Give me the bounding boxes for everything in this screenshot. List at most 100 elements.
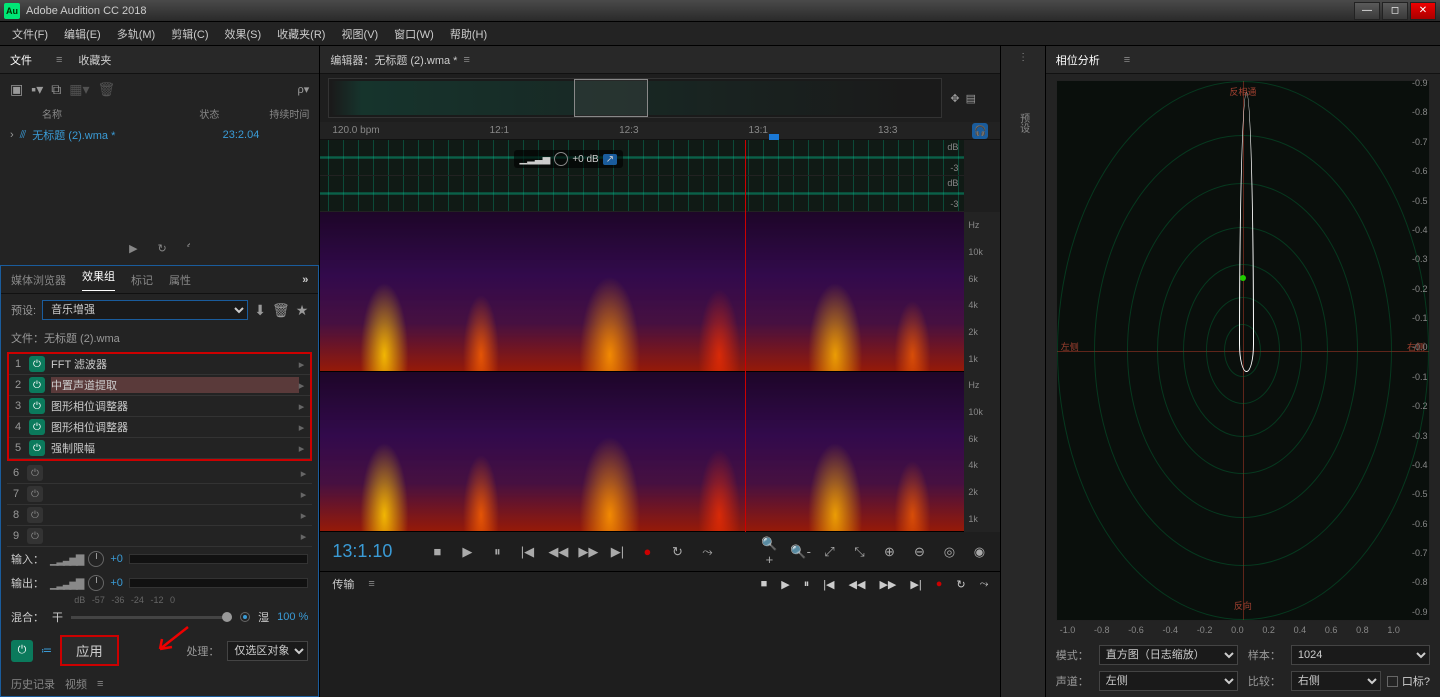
chevron-right-icon[interactable]: ▸: [301, 530, 307, 543]
effect-slot[interactable]: 3⏻图形相位调整器▸: [9, 396, 310, 417]
pause-button[interactable]: ⏸: [804, 578, 810, 591]
panel-menu-icon[interactable]: ≡: [56, 54, 62, 66]
chevron-right-icon[interactable]: ▸: [301, 509, 307, 522]
zoom-b-icon[interactable]: ◉: [970, 544, 988, 560]
skip-start-button[interactable]: |◀: [518, 544, 536, 560]
close-button[interactable]: ✕: [1410, 2, 1436, 20]
time-ruler[interactable]: 120.0 bpm 12:1 12:3 13:1 13:3 🎧: [320, 122, 1000, 140]
spectrogram-left[interactable]: [320, 212, 964, 372]
compare-select[interactable]: 右侧: [1291, 671, 1381, 691]
effect-slot-empty[interactable]: 9⏻▸: [7, 526, 312, 547]
video-tab[interactable]: 视频: [65, 676, 87, 692]
output-gain-knob[interactable]: [88, 575, 104, 591]
channel-select[interactable]: 左侧: [1099, 671, 1238, 691]
effects-tab[interactable]: 属性: [169, 272, 191, 288]
col-status[interactable]: 状态: [199, 106, 219, 121]
power-icon[interactable]: ⏻: [29, 419, 45, 435]
wet-radio[interactable]: [240, 612, 250, 622]
apply-button[interactable]: 应用: [60, 635, 119, 666]
play-icon[interactable]: ▶: [129, 242, 137, 255]
effect-slot-empty[interactable]: 8⏻▸: [7, 505, 312, 526]
preset-select[interactable]: 音乐增强: [42, 300, 248, 320]
power-icon[interactable]: ⏻: [29, 440, 45, 456]
delete-preset-icon[interactable]: 🗑: [272, 302, 290, 319]
process-select[interactable]: 仅选区对象: [227, 641, 308, 661]
input-gain-knob[interactable]: [88, 551, 104, 567]
zoom-in-icon[interactable]: 🔍+: [760, 536, 778, 567]
power-icon[interactable]: ⏻: [27, 507, 43, 523]
record-button[interactable]: ●: [936, 578, 943, 590]
menu-视图(V)[interactable]: 视图(V): [333, 24, 386, 44]
skip-selection-button[interactable]: ⤳: [698, 544, 716, 560]
tab-files[interactable]: 文件: [10, 52, 32, 68]
panel-menu-icon[interactable]: ≡: [368, 578, 374, 590]
waveform-right[interactable]: dB -3 R: [320, 176, 964, 212]
effects-tab[interactable]: 效果组: [82, 268, 115, 291]
chevron-right-icon[interactable]: ▸: [301, 467, 307, 480]
mark-checkbox[interactable]: 口标?: [1387, 673, 1430, 689]
pause-button[interactable]: ⏸: [488, 544, 506, 560]
effect-slot-empty[interactable]: 6⏻▸: [7, 463, 312, 484]
rack-power-button[interactable]: ⏻: [11, 640, 33, 662]
panel-menu-icon[interactable]: ≡: [1124, 54, 1130, 66]
waveform-left[interactable]: dB -3 L ▁▂▃▅ +0 dB ↗: [320, 140, 964, 176]
menu-多轨(M)[interactable]: 多轨(M): [109, 24, 164, 44]
panel-menu-icon[interactable]: ≡: [97, 678, 103, 690]
chevron-right-icon[interactable]: ▸: [299, 442, 305, 455]
stop-button[interactable]: ■: [761, 578, 768, 590]
list-toggle-icon[interactable]: ▤: [966, 92, 976, 105]
power-icon[interactable]: ⏻: [29, 377, 45, 393]
menu-窗口(W)[interactable]: 窗口(W): [386, 24, 442, 44]
playhead[interactable]: [745, 372, 746, 532]
zoom-full-icon[interactable]: ⤢: [820, 544, 838, 560]
pin-icon[interactable]: ↗: [603, 154, 617, 165]
skip-selection-button[interactable]: ⤳: [980, 578, 989, 591]
chevron-right-icon[interactable]: ▸: [299, 421, 305, 434]
zoom-tool-icon[interactable]: ✥: [950, 92, 959, 105]
rewind-button[interactable]: ◀◀: [849, 578, 866, 591]
play-button[interactable]: ▶: [458, 544, 476, 560]
menu-编辑(E)[interactable]: 编辑(E): [56, 24, 109, 44]
playhead[interactable]: [745, 212, 746, 372]
hud-overlay[interactable]: ▁▂▃▅ +0 dB ↗: [514, 150, 624, 168]
loop-button[interactable]: ↻: [668, 544, 686, 560]
rewind-button[interactable]: ◀◀: [548, 544, 566, 560]
power-icon[interactable]: ⏻: [27, 465, 43, 481]
maximize-button[interactable]: ◻: [1382, 2, 1408, 20]
search-icon[interactable]: ρ▾: [298, 83, 310, 96]
tab-favorites[interactable]: 收藏夹: [78, 52, 111, 68]
power-icon[interactable]: ⏻: [27, 528, 43, 544]
skip-start-button[interactable]: |◀: [823, 578, 834, 591]
skip-end-button[interactable]: ▶|: [608, 544, 626, 560]
new-file-icon[interactable]: ▪▾: [31, 81, 43, 98]
zoom-sel-icon[interactable]: ⤡: [850, 544, 868, 560]
effects-tab[interactable]: 媒体浏览器: [11, 272, 66, 288]
forward-button[interactable]: ▶▶: [879, 578, 896, 591]
spectrogram-right[interactable]: [320, 372, 964, 532]
menu-效果(S)[interactable]: 效果(S): [217, 24, 270, 44]
overview-waveform[interactable]: [328, 78, 942, 118]
expand-icon[interactable]: ›: [10, 129, 14, 141]
transport-tab[interactable]: 传输: [332, 576, 354, 592]
auto-play-icon[interactable]: ᔊ: [187, 242, 190, 255]
chevron-right-icon[interactable]: ▸: [299, 358, 305, 371]
playhead[interactable]: [745, 140, 746, 212]
favorite-icon[interactable]: ★: [296, 302, 309, 319]
preset-label[interactable]: 预设: [1016, 113, 1031, 133]
headphone-icon[interactable]: 🎧: [972, 123, 988, 139]
effects-tab[interactable]: 标记: [131, 272, 153, 288]
zoom-out-v-icon[interactable]: ⊖: [910, 544, 928, 560]
panel-menu-icon[interactable]: ≡: [463, 54, 469, 66]
open-file-icon[interactable]: ▣: [10, 81, 23, 98]
hud-knob[interactable]: [554, 152, 568, 166]
minimize-button[interactable]: —: [1354, 2, 1380, 20]
save-preset-icon[interactable]: ⬇: [254, 302, 266, 319]
chevron-right-icon[interactable]: ▸: [301, 488, 307, 501]
import-icon[interactable]: ⧉: [51, 81, 61, 98]
effect-slot[interactable]: 5⏻强制限幅▸: [9, 438, 310, 459]
power-icon[interactable]: ⏻: [27, 486, 43, 502]
col-name[interactable]: 名称: [42, 106, 62, 121]
file-row[interactable]: › ⫻ 无标题 (2).wma * 23:2.04: [0, 123, 319, 147]
effect-slot[interactable]: 2⏻中置声道提取▸: [9, 375, 310, 396]
phase-scope[interactable]: 反相通 左侧 右侧 反向: [1056, 80, 1430, 621]
